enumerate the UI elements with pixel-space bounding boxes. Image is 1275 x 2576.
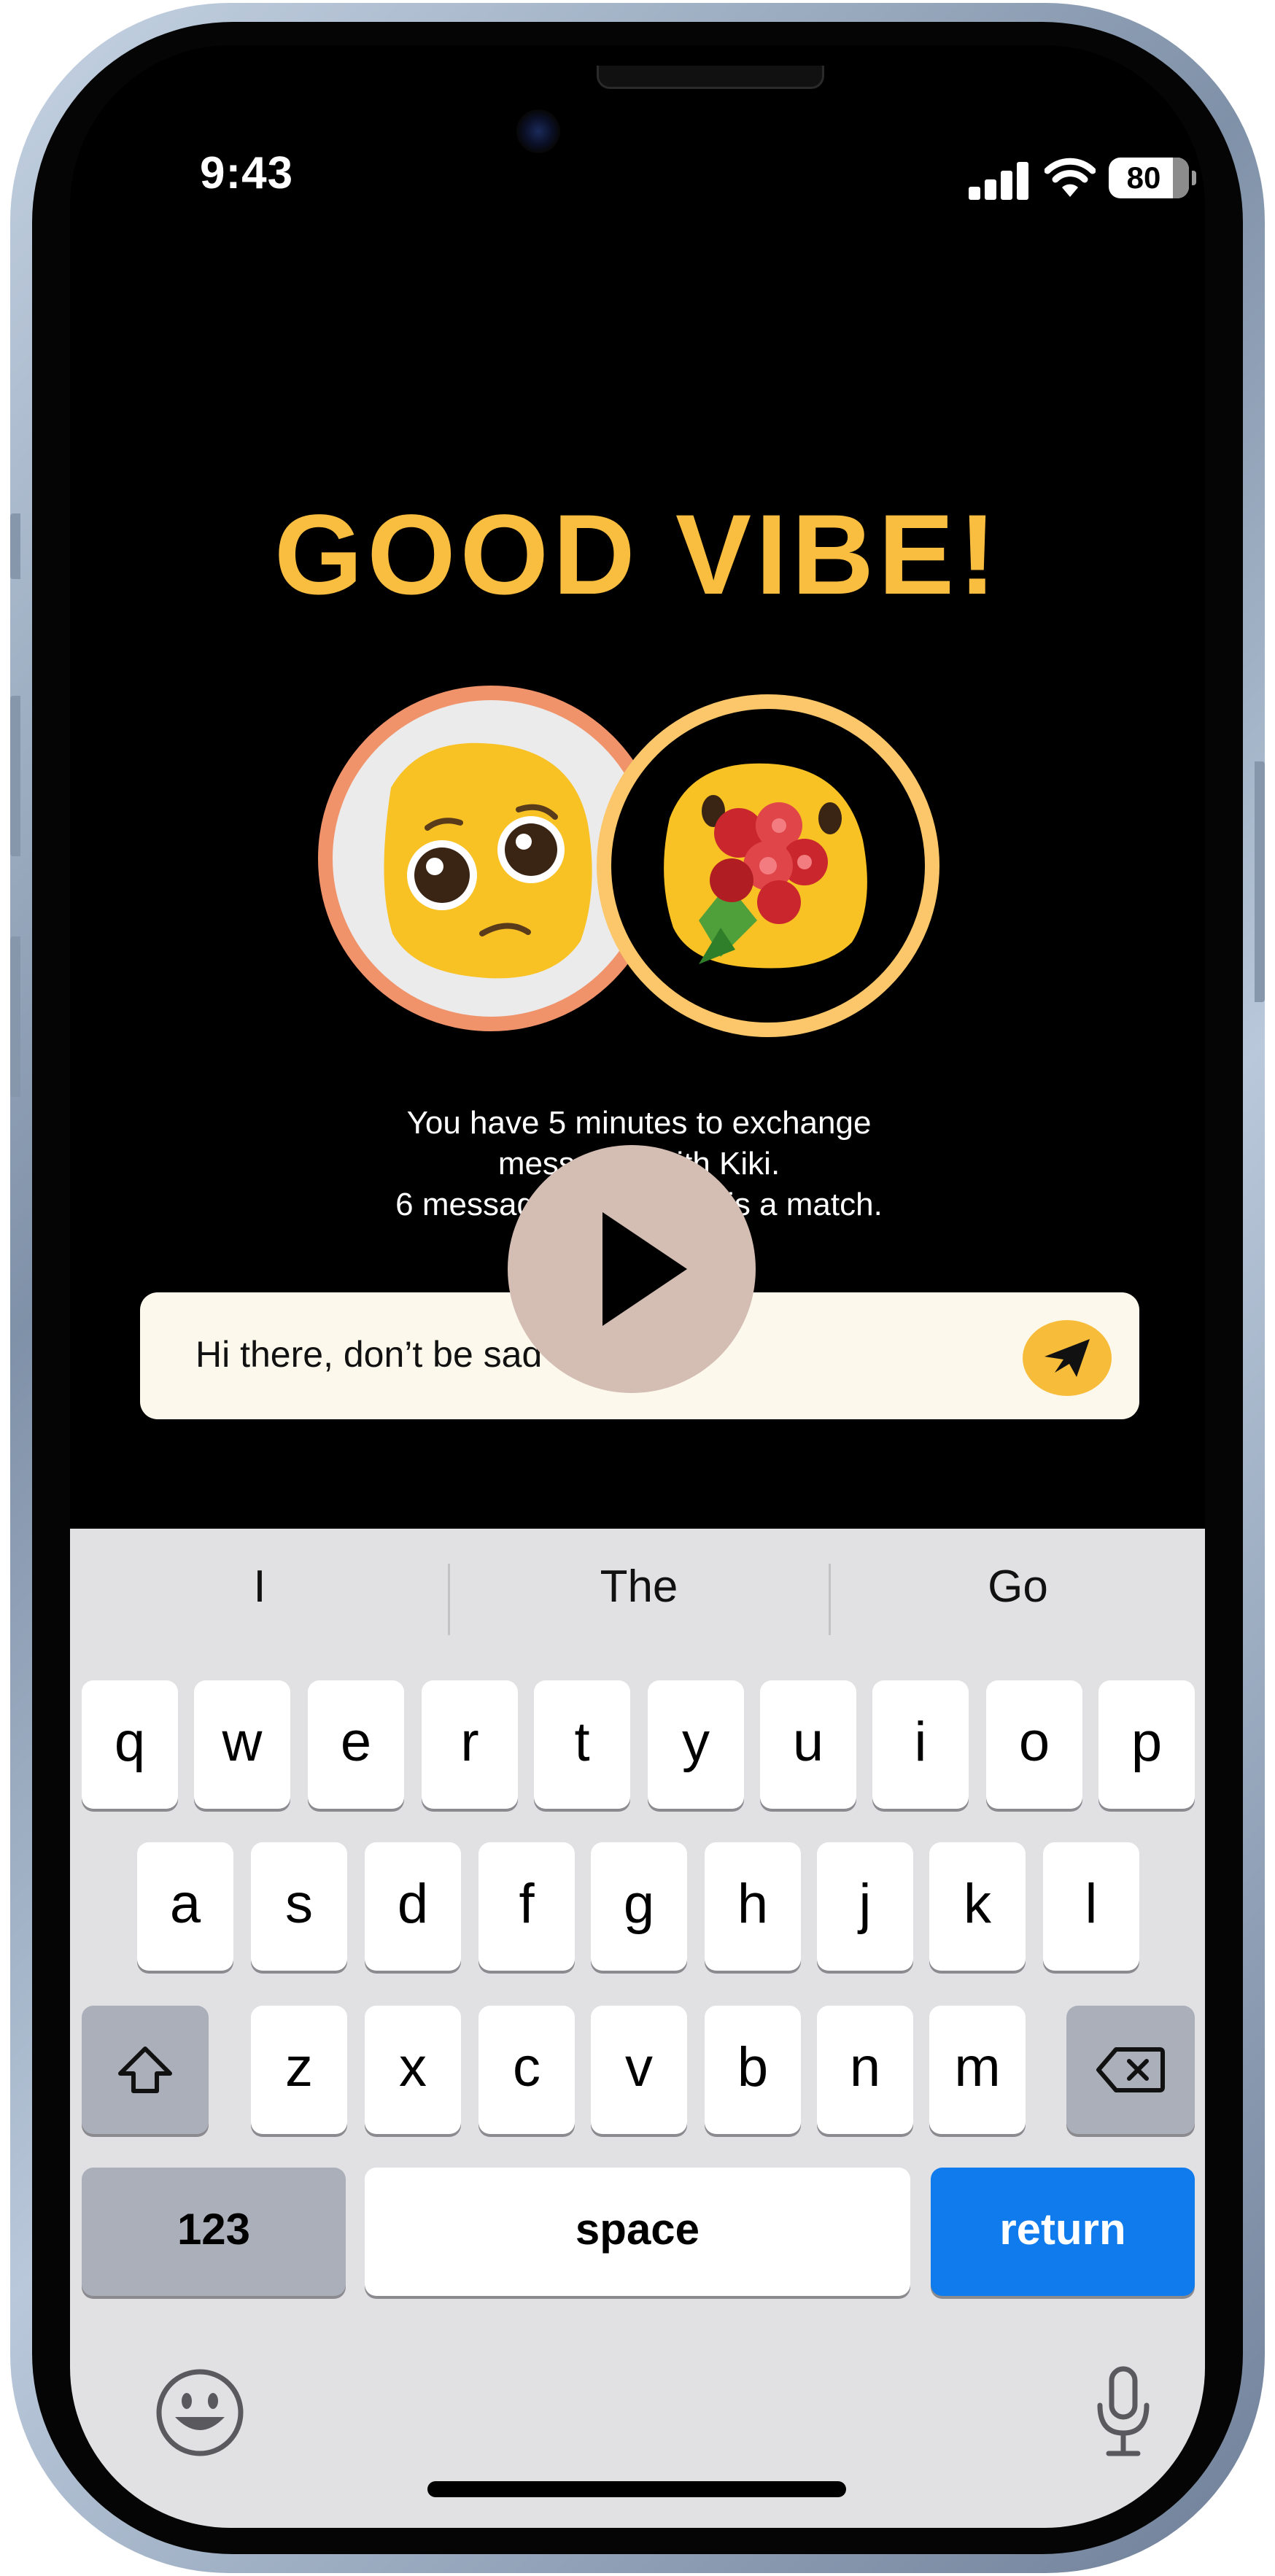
face-with-bouquet-emoji bbox=[664, 763, 867, 969]
key-z[interactable]: z bbox=[251, 2006, 347, 2134]
emoji-icon[interactable] bbox=[155, 2367, 245, 2458]
suggestion-2[interactable]: The bbox=[450, 1558, 828, 1616]
key-i[interactable]: i bbox=[872, 1680, 969, 1809]
key-m[interactable]: m bbox=[929, 2006, 1026, 2134]
power-button bbox=[1255, 761, 1265, 1002]
key-e[interactable]: e bbox=[308, 1680, 404, 1809]
key-n[interactable]: n bbox=[817, 2006, 913, 2134]
wifi-icon bbox=[1044, 155, 1096, 198]
key-d[interactable]: d bbox=[365, 1842, 461, 1971]
suggestion-3[interactable]: Go bbox=[831, 1558, 1205, 1616]
message-text: Hi there, don’t be sad bbox=[195, 1334, 543, 1375]
key-a[interactable]: a bbox=[137, 1842, 233, 1971]
delete-icon bbox=[1096, 2047, 1165, 2092]
space-key[interactable]: space bbox=[365, 2168, 910, 2296]
shift-key[interactable] bbox=[82, 2006, 209, 2134]
battery-level: 80 bbox=[1126, 160, 1161, 195]
match-title: GOOD VIBE! bbox=[274, 492, 1001, 618]
signal-icon bbox=[969, 159, 1034, 200]
avatar-bouquet-face bbox=[597, 694, 939, 1037]
key-v[interactable]: v bbox=[591, 2006, 687, 2134]
volume-up-button bbox=[10, 696, 20, 856]
home-indicator[interactable] bbox=[427, 2481, 846, 2497]
status-icons: 80 bbox=[894, 153, 1196, 204]
numbers-key[interactable]: 123 bbox=[82, 2168, 346, 2296]
key-g[interactable]: g bbox=[591, 1842, 687, 1971]
key-o[interactable]: o bbox=[986, 1680, 1082, 1809]
microphone-icon[interactable] bbox=[1093, 2364, 1154, 2459]
shift-icon bbox=[118, 2047, 172, 2093]
send-icon bbox=[1045, 1339, 1090, 1377]
key-c[interactable]: c bbox=[478, 2006, 575, 2134]
action-button bbox=[10, 513, 20, 579]
delete-key[interactable] bbox=[1066, 2006, 1195, 2134]
key-u[interactable]: u bbox=[760, 1680, 856, 1809]
info-line: You have 5 minutes to exchange bbox=[406, 1105, 872, 1141]
suggestion-1[interactable]: I bbox=[70, 1558, 449, 1616]
battery-icon: 80 bbox=[1109, 158, 1196, 198]
key-b[interactable]: b bbox=[705, 2006, 801, 2134]
front-camera bbox=[516, 109, 560, 153]
key-k[interactable]: k bbox=[929, 1842, 1026, 1971]
key-y[interactable]: y bbox=[648, 1680, 744, 1809]
key-r[interactable]: r bbox=[422, 1680, 518, 1809]
key-q[interactable]: q bbox=[82, 1680, 178, 1809]
speaker-grille bbox=[597, 66, 824, 89]
send-button[interactable] bbox=[1023, 1320, 1112, 1396]
return-key[interactable]: return bbox=[931, 2168, 1195, 2296]
key-s[interactable]: s bbox=[251, 1842, 347, 1971]
key-f[interactable]: f bbox=[478, 1842, 575, 1971]
key-j[interactable]: j bbox=[817, 1842, 913, 1971]
status-time: 9:43 bbox=[200, 148, 294, 198]
volume-down-button bbox=[10, 936, 20, 1097]
key-x[interactable]: x bbox=[365, 2006, 461, 2134]
key-w[interactable]: w bbox=[194, 1680, 290, 1809]
screen: 9:43 80 GOOD VIBE! You have 5 minutes to… bbox=[70, 45, 1205, 2528]
keyboard: I The Go q w e r t y u i o p a s d f g h… bbox=[70, 1529, 1205, 2528]
key-p[interactable]: p bbox=[1098, 1680, 1195, 1809]
key-l[interactable]: l bbox=[1043, 1842, 1139, 1971]
play-icon bbox=[602, 1212, 687, 1326]
key-t[interactable]: t bbox=[534, 1680, 630, 1809]
key-h[interactable]: h bbox=[705, 1842, 801, 1971]
play-button[interactable] bbox=[508, 1145, 756, 1393]
